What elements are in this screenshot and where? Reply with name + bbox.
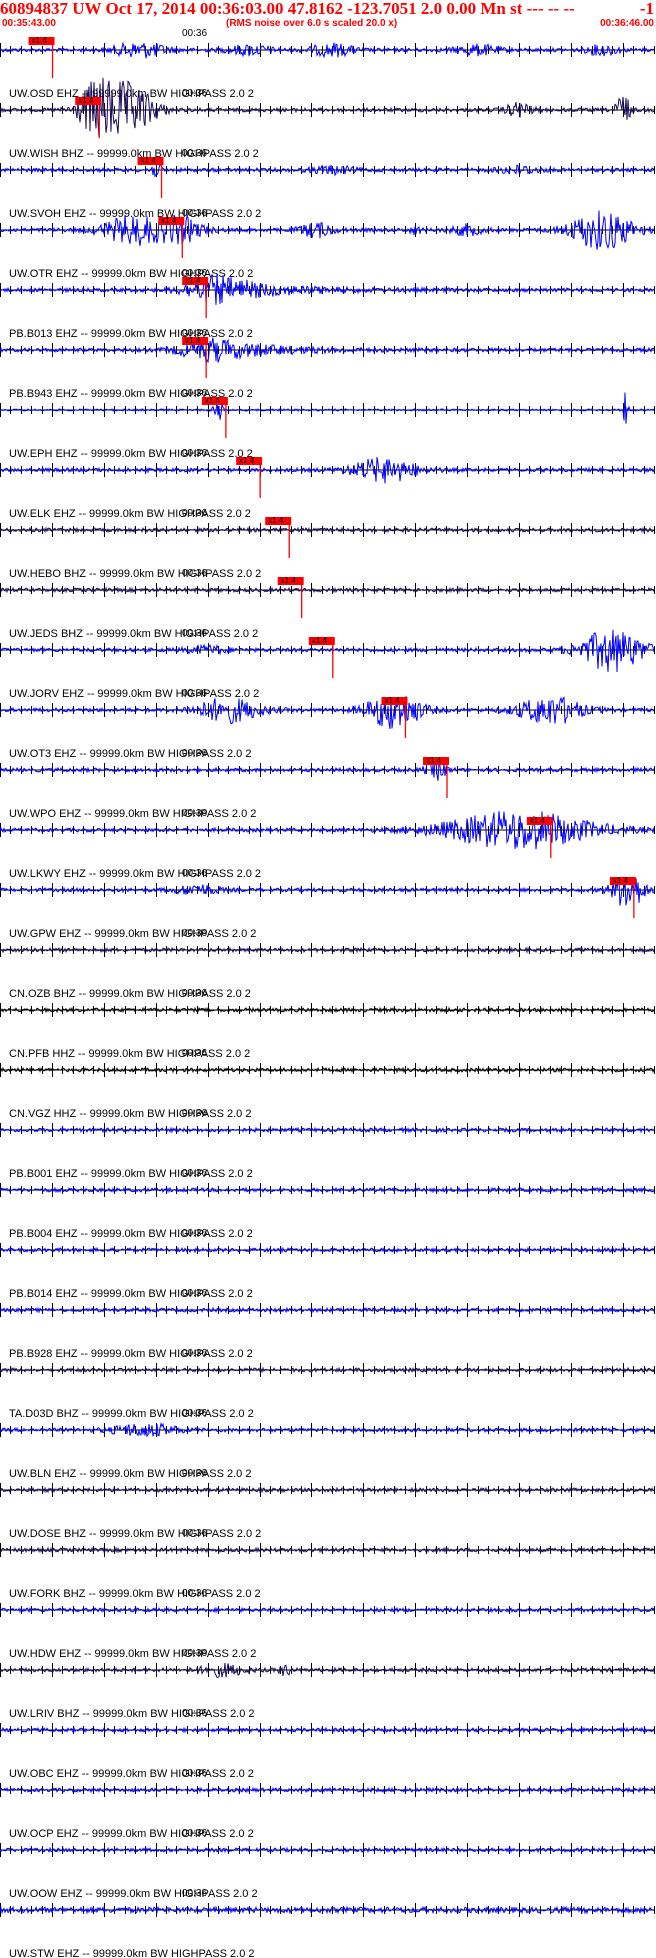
time-tick-label: 00:36 [182,688,207,699]
time-tick-label: 00:36 [182,1828,207,1839]
pick-label: x1.4 [613,876,629,885]
waveform-trace [0,1726,655,1734]
time-tick-label: 00:36 [182,868,207,879]
pick-label: x1.4 [281,576,297,585]
station-label: UW.OOW EHZ -- 99999.0km BW HIGHPASS 2.0 … [9,1888,258,1900]
time-tick-label: 00:36 [182,1468,207,1479]
time-tick-label: 00:36 [182,628,207,639]
pick-label: x1.4 [268,516,284,525]
time-tick-label: 00:36 [182,568,207,579]
station-label: UW.BLN EHZ -- 99999.0km BW HIGHPASS 2.0 … [9,1468,251,1480]
station-label: UW.DOSE BHZ -- 99999.0km BW HIGHPASS 2.0… [9,1528,261,1540]
time-tick-label: 00:36 [182,1648,207,1659]
pick-label: x1.4 [426,756,442,765]
time-tick-label: 00:36 [182,1228,207,1239]
station-label: UW.HDW EHZ -- 99999.0km BW HIGHPASS 2.0 … [9,1648,256,1660]
station-label: PB.B014 EHZ -- 99999.0km BW HIGHPASS 2.0… [9,1288,253,1300]
time-tick-label: 00:36 [182,148,207,159]
pick-label: x1.4 [185,276,201,285]
station-label: UW.FORK BHZ -- 99999.0km BW HIGHPASS 2.0… [9,1588,261,1600]
station-label: CN.VGZ HHZ -- 99999.0km BW HIGHPASS 2.0 … [9,1108,251,1120]
waveform-trace [0,77,655,137]
pick-label: x1.4 [161,216,177,225]
station-label: UW.WISH BHZ -- 99999.0km BW HIGHPASS 2.0… [9,148,259,160]
time-tick-label: 00:36 [182,928,207,939]
pick-label: x1.4 [78,96,94,105]
station-label: PB.B001 EHZ -- 99999.0km BW HIGHPASS 2.0… [9,1168,253,1180]
time-tick-label: 00:36 [182,28,207,39]
time-tick-label: 00:36 [182,1168,207,1179]
station-label: UW.ELK EHZ -- 99999.0km BW HIGHPASS 2.0 … [9,508,251,520]
time-tick-label: 00:36 [182,988,207,999]
waveform-trace [0,877,655,906]
seismogram-chart: 00:36UW.OSD EHZ -- 99999.0km BW HIGHPASS… [0,28,655,1958]
time-tick-label: 00:36 [182,508,207,519]
pick-label: x1.4 [384,696,400,705]
waveform-trace [0,163,655,178]
station-label: CN.PFB HHZ -- 99999.0km BW HIGHPASS 2.0 … [9,1048,250,1060]
time-tick-label: 00:36 [182,88,207,99]
station-label: PB.B928 EHZ -- 99999.0km BW HIGHPASS 2.0… [9,1348,253,1360]
pick-label: x1.4 [185,336,201,345]
waveform-trace [0,696,655,729]
station-label: PB.B013 EHZ -- 99999.0km BW HIGHPASS 2.0… [9,328,253,340]
time-tick-label: 00:36 [182,748,207,759]
time-tick-label: 00:36 [182,1108,207,1119]
time-tick-label: 00:36 [182,1408,207,1419]
pick-label: x1.4 [530,816,546,825]
time-tick-label: 00:36 [182,1588,207,1599]
station-label: CN.OZB BHZ -- 99999.0km BW HIGHPASS 2.0 … [9,988,251,1000]
station-label: UW.HEBO BHZ -- 99999.0km BW HIGHPASS 2.0… [9,568,261,580]
station-label: UW.STW EHZ -- 99999.0km BW HIGHPASS 2.0 … [9,1948,255,1958]
station-label: UW.LRIV BHZ -- 99999.0km BW HIGHPASS 2.0… [9,1708,255,1720]
time-tick-label: 00:36 [182,1768,207,1779]
station-label: UW.OCP EHZ -- 99999.0km BW HIGHPASS 2.0 … [9,1828,254,1840]
station-label: UW.JEDS BHZ -- 99999.0km BW HIGHPASS 2.0… [9,628,258,640]
pick-label: x1.4 [312,636,328,645]
time-tick-label: 00:36 [182,1048,207,1059]
station-label: PB.B004 EHZ -- 99999.0km BW HIGHPASS 2.0… [9,1228,253,1240]
station-label: UW.GPW EHZ -- 99999.0km BW HIGHPASS 2.0 … [9,928,256,940]
time-tick-label: 00:36 [182,1288,207,1299]
pick-label: x1.4 [205,396,221,405]
station-label: UW.WPO EHZ -- 99999.0km BW HIGHPASS 2.0 … [9,808,256,820]
time-tick-label: 00:36 [182,1348,207,1359]
time-tick-label: 00:36 [182,208,207,219]
time-tick-label: 00:36 [182,1528,207,1539]
station-label: TA.D03D BHZ -- 99999.0km BW HIGHPASS 2.0… [9,1408,254,1420]
time-tick-label: 00:36 [182,448,207,459]
station-label: UW.LKWY EHZ -- 99999.0km BW HIGHPASS 2.0… [9,868,261,880]
pick-label: x1.4 [32,36,48,45]
pick-label: x1.4 [141,156,157,165]
pick-label: x1.4 [239,456,255,465]
waveform-trace [0,457,655,484]
station-label: UW.OT3 EHZ -- 99999.0km BW HIGHPASS 2.0 … [9,748,251,760]
station-label: UW.EPH EHZ -- 99999.0km BW HIGHPASS 2.0 … [9,448,253,460]
station-label: UW.SVOH EHZ -- 99999.0km BW HIGHPASS 2.0… [9,208,261,220]
time-tick-label: 00:36 [182,808,207,819]
station-label: UW.JORV EHZ -- 99999.0km BW HIGHPASS 2.0… [9,688,259,700]
time-tick-label: 00:36 [182,1708,207,1719]
station-label: UW.OBC EHZ -- 99999.0km BW HIGHPASS 2.0 … [9,1768,254,1780]
time-tick-label: 00:36 [182,1888,207,1899]
